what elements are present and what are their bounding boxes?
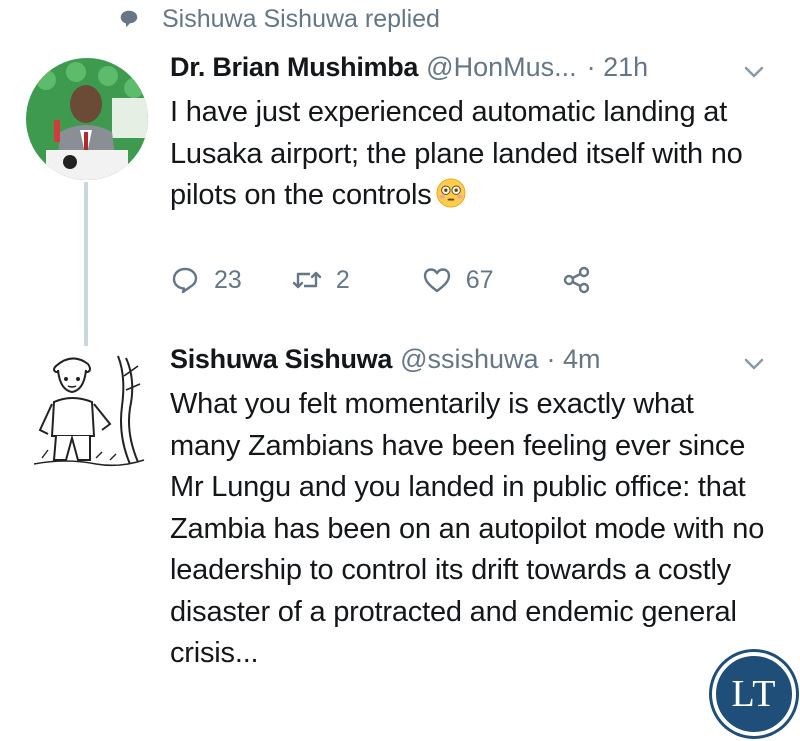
tweet-content: Dr. Brian Mushimba @HonMus... · 21h I ha… (170, 52, 780, 217)
chevron-down-icon[interactable] (742, 354, 766, 374)
tweet-content: Sishuwa Sishuwa @ssishuwa · 4m What you … (170, 344, 780, 675)
tweet-header: Dr. Brian Mushimba @HonMus... · 21h (170, 52, 780, 92)
watermark-text: LT (731, 673, 777, 715)
display-name[interactable]: Dr. Brian Mushimba (170, 52, 418, 83)
chevron-down-icon[interactable] (742, 62, 766, 82)
retweet-button[interactable]: 2 (292, 265, 350, 295)
like-button[interactable]: 67 (422, 265, 494, 295)
reply-button[interactable]: 23 (170, 265, 242, 295)
retweet-icon (292, 271, 322, 289)
user-handle[interactable]: @HonMus... (426, 52, 576, 83)
timestamp[interactable]: · 4m (547, 344, 601, 375)
reply-icon (172, 267, 198, 294)
avatar-sketch (26, 346, 148, 470)
replied-label[interactable]: Sishuwa Sishuwa replied (162, 5, 440, 34)
heart-icon (423, 268, 450, 293)
avatar-photo (26, 58, 148, 180)
watermark-logo: LT (712, 652, 796, 736)
retweet-count: 2 (335, 265, 350, 294)
user-handle[interactable]: @ssishuwa (400, 344, 538, 375)
reply-context: Sishuwa Sishuwa replied (118, 4, 440, 34)
tweet-text: I have just experienced automatic landin… (170, 92, 780, 217)
tweet[interactable]: Dr. Brian Mushimba @HonMus... · 21h I ha… (0, 50, 800, 392)
avatar[interactable] (26, 346, 148, 470)
display-name[interactable]: Sishuwa Sishuwa (170, 344, 392, 375)
timestamp[interactable]: · 21h (587, 52, 649, 83)
tweet-actions: 23 2 67 (170, 260, 642, 300)
like-count: 67 (465, 265, 494, 294)
avatar[interactable] (26, 58, 148, 180)
reply-count: 23 (214, 265, 242, 294)
tweet-text: What you felt momentarily is exactly wha… (170, 388, 765, 669)
tweet-header: Sishuwa Sishuwa @ssishuwa · 4m (170, 344, 780, 384)
tweet[interactable]: Sishuwa Sishuwa @ssishuwa · 4m What you … (0, 342, 800, 741)
share-icon (563, 266, 589, 294)
flushed-face-icon (436, 178, 466, 208)
share-button[interactable] (562, 265, 592, 295)
speech-bubble-icon (120, 10, 138, 28)
